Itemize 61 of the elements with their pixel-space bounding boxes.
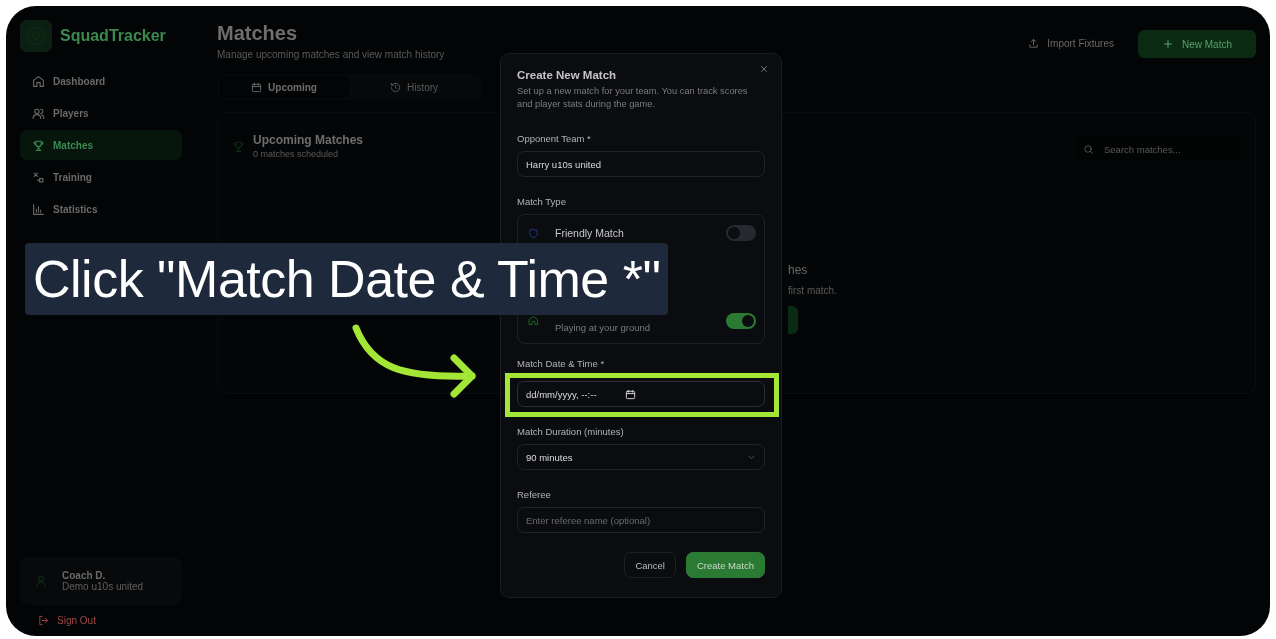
tab[interactable]: History <box>349 76 479 98</box>
user-name: Coach D. <box>62 570 107 581</box>
plus-icon <box>1162 38 1174 50</box>
empty-state-text: first match. <box>788 285 838 296</box>
people-icon <box>32 106 45 120</box>
field-placeholder: dd/mm/yyyy, --:-- <box>526 388 597 400</box>
search-placeholder: Search matches... <box>1104 143 1181 155</box>
search-icon <box>1083 143 1094 155</box>
panel-title: Upcoming Matches <box>253 133 363 147</box>
nav-item[interactable]: Players <box>20 98 182 128</box>
import-button[interactable]: Import Fixtures <box>1016 30 1126 57</box>
team-name: Demo u10s united <box>62 581 144 592</box>
create-match-button[interactable]: Create Match <box>685 552 765 578</box>
field-value: Harry u10s united <box>526 158 601 170</box>
new-match-button[interactable]: New Match <box>1138 30 1256 58</box>
user-card[interactable]: Coach D. Demo u10s united <box>20 557 182 605</box>
toggle-switch[interactable] <box>726 312 756 329</box>
duration-select[interactable]: 90 minutes <box>517 444 765 470</box>
dialog-description: Set up a new match for your team. You can track scores and player stats during the game. <box>517 85 749 111</box>
field-value: 90 minutes <box>526 451 573 463</box>
field-label: Referee <box>517 489 552 500</box>
page-subtitle: Manage upcoming matches and view match history <box>217 49 445 60</box>
field-label: Match Duration (minutes) <box>517 426 625 437</box>
close-icon <box>759 64 769 74</box>
field-label: Match Type <box>517 196 567 207</box>
home-icon <box>528 315 539 326</box>
bar-chart-icon <box>32 202 45 216</box>
cancel-button[interactable]: Cancel <box>624 552 676 578</box>
option-description: Playing at your ground <box>555 322 652 333</box>
date-time-field[interactable]: dd/mm/yyyy, --:-- <box>517 381 765 407</box>
app-name: SquadTracker <box>60 27 166 45</box>
search-field[interactable]: Search matches... <box>1075 137 1241 161</box>
dialog-title: Create New Match <box>517 69 618 81</box>
nav-item[interactable]: Matches <box>20 130 182 160</box>
close-button[interactable] <box>759 64 769 74</box>
sign-out-link[interactable]: Sign Out <box>38 615 192 626</box>
page-title: Matches <box>217 22 299 45</box>
person-icon <box>34 574 48 588</box>
trophy-icon <box>32 138 45 152</box>
calendar-icon <box>624 388 636 400</box>
nav-item[interactable]: Dashboard <box>20 66 182 96</box>
upload-icon <box>1028 38 1040 49</box>
instruction-banner: Click "Match Date & Time *" <box>25 243 669 315</box>
shield-icon <box>528 227 539 239</box>
nav-item[interactable]: Training <box>20 162 182 192</box>
calendar-icon <box>251 81 263 93</box>
home-icon <box>32 74 45 88</box>
nav-item[interactable]: Statistics <box>20 194 182 224</box>
tab[interactable]: Upcoming <box>219 76 349 98</box>
logout-icon <box>38 615 49 626</box>
field-label: Match Date & Time * <box>517 358 606 369</box>
text-field[interactable]: Harry u10s united <box>517 151 765 177</box>
option-title: Friendly Match <box>555 227 625 239</box>
empty-state-title: hes <box>788 263 809 277</box>
trophy-icon <box>232 139 245 153</box>
history-icon <box>389 81 401 93</box>
field-label: Opponent Team * <box>517 133 592 144</box>
field-placeholder: Enter referee name (optional) <box>526 514 651 526</box>
toggle-switch[interactable] <box>726 225 756 241</box>
text-field[interactable]: Enter referee name (optional) <box>517 507 765 533</box>
match-count: 0 matches scheduled <box>253 149 340 159</box>
